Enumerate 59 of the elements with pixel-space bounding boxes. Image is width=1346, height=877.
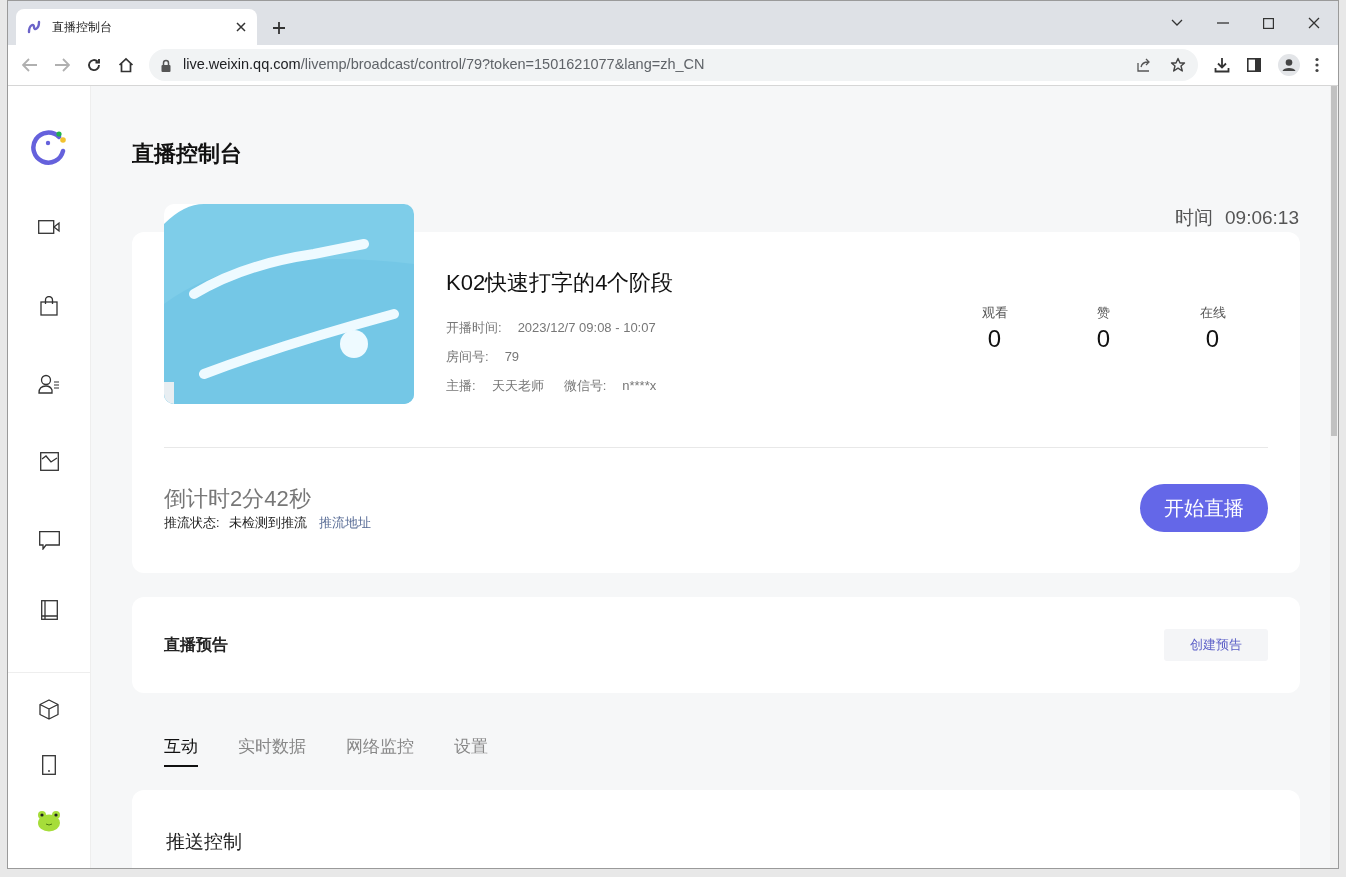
live-title: K02快速打字的4个阶段: [446, 269, 675, 297]
profile-icon[interactable]: [1278, 54, 1300, 76]
tab[interactable]: 实时数据: [238, 735, 306, 767]
chevron-down-icon[interactable]: [1171, 19, 1183, 27]
address-bar[interactable]: live.weixin.qq.com/livemp/broadcast/control/79?token=1501621077&lang=zh_CN: [149, 49, 1198, 81]
new-tab-icon[interactable]: [272, 21, 286, 35]
time-value: 09:06:13: [1225, 206, 1299, 230]
tab[interactable]: 互动: [164, 735, 198, 767]
meta-label: 开播时间:: [446, 319, 502, 337]
chat-bubble-icon[interactable]: [38, 531, 60, 550]
stat-label: 在线: [1199, 304, 1226, 322]
tab-title: 直播控制台: [52, 19, 113, 36]
stat-value: 0: [1096, 324, 1111, 354]
start-live-button[interactable]: 开始直播: [1140, 484, 1268, 532]
stat-label: 观看: [981, 304, 1008, 322]
meta-value: 2023/12/7 09:08 - 10:07: [517, 319, 656, 337]
stat-label: 赞: [1097, 304, 1110, 322]
time-label: 时间: [1175, 206, 1214, 230]
tab[interactable]: 网络监控: [346, 735, 414, 767]
close-icon[interactable]: [1308, 17, 1320, 29]
wechat-id: n****x: [622, 377, 657, 395]
maximize-icon[interactable]: [1263, 17, 1274, 29]
meta-label: 房间号:: [446, 348, 489, 366]
home-icon[interactable]: [118, 57, 134, 73]
close-icon[interactable]: [235, 21, 247, 33]
stat-value: 0: [1205, 324, 1220, 354]
section-title: 推送控制: [166, 830, 243, 854]
create-preview-button[interactable]: 创建预告: [1164, 629, 1268, 661]
stream-status: 未检测到推流: [229, 514, 308, 532]
cube-icon[interactable]: [39, 699, 59, 720]
page-title: 直播控制台: [132, 140, 243, 168]
host-label: 主播:: [446, 377, 476, 395]
tab[interactable]: 设置: [454, 735, 488, 767]
scrollbar-thumb[interactable]: [1331, 86, 1337, 436]
stream-status-label: 推流状态:: [164, 514, 220, 532]
tablet-icon[interactable]: [42, 755, 56, 775]
lock-icon: [161, 58, 171, 72]
meta-value: 79: [504, 348, 520, 366]
url-text: live.weixin.qq.com/livemp/broadcast/control/79?token=1501621077&lang=zh_CN: [183, 55, 706, 75]
avatar-icon[interactable]: [37, 810, 61, 832]
shopping-bag-icon[interactable]: [40, 296, 58, 316]
preview-title: 直播预告: [164, 635, 228, 655]
app-icon: [26, 19, 42, 35]
chart-icon[interactable]: [39, 452, 59, 471]
book-icon[interactable]: [40, 600, 58, 620]
wechat-label: 微信号:: [563, 377, 607, 395]
menu-icon[interactable]: [1315, 57, 1319, 73]
stream-address-link[interactable]: 推流地址: [319, 513, 372, 532]
video-camera-icon[interactable]: [38, 220, 60, 234]
user-list-icon[interactable]: [38, 374, 60, 394]
star-icon[interactable]: [1170, 57, 1186, 73]
share-icon[interactable]: [1136, 57, 1152, 73]
stat-value: 0: [987, 324, 1002, 354]
reload-icon[interactable]: [86, 57, 102, 73]
side-panel-icon[interactable]: [1247, 58, 1261, 72]
countdown-text: 倒计时2分42秒: [164, 484, 312, 513]
host-name: 天天老师: [491, 377, 544, 395]
browser-tab[interactable]: 直播控制台: [16, 9, 257, 45]
download-icon[interactable]: [1214, 57, 1230, 73]
